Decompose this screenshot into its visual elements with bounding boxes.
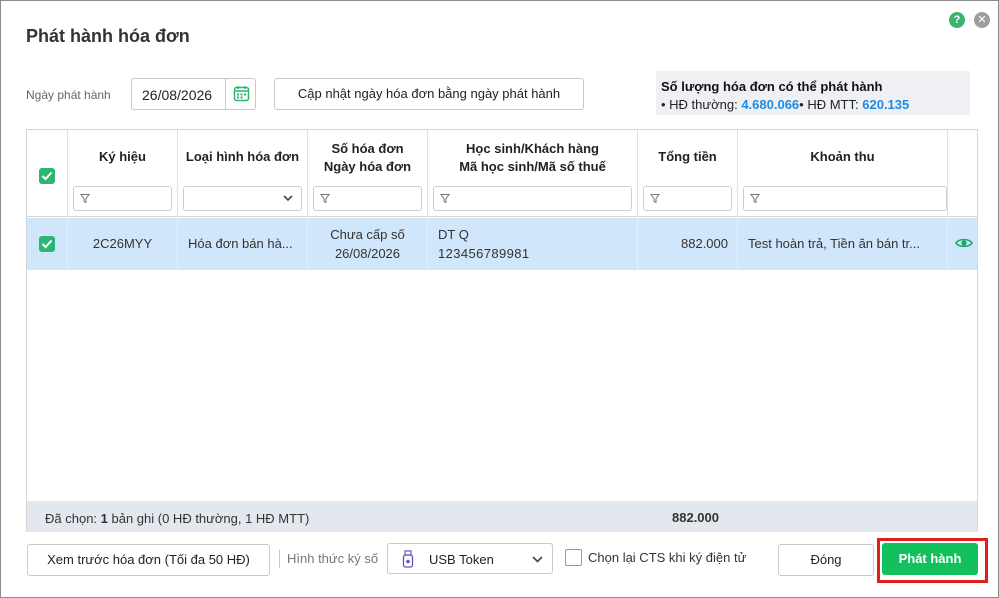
row-items: Test hoàn trả, Tiền ăn bán tr... [748, 236, 920, 251]
table-row[interactable]: 2C26MYY Hóa đơn bán hà... Chưa cấp số 26… [27, 218, 977, 270]
row-student-code: 123456789981 [438, 246, 530, 261]
header-action-col [948, 130, 977, 217]
header-student: Học sinh/Khách hàng Mã học sinh/Mã số th… [428, 130, 638, 217]
issue-button[interactable]: Phát hành [882, 543, 978, 575]
chevron-down-icon [283, 195, 293, 202]
header-date-label: Ngày hóa đơn [323, 159, 412, 174]
chevron-down-icon [532, 556, 543, 563]
filter-icon [440, 194, 450, 204]
quota-line: • HĐ thường: 4.680.066• HĐ MTT: 620.135 [661, 97, 965, 112]
filter-type-select[interactable] [183, 186, 302, 211]
close-icon[interactable]: ✕ [974, 12, 990, 28]
filter-student[interactable] [433, 186, 632, 211]
selected-prefix: Đã chọn: [45, 511, 101, 526]
row-symbol: 2C26MYY [92, 236, 153, 251]
table-footer: Đã chọn: 1 bản ghi (0 HĐ thường, 1 HĐ MT… [27, 501, 977, 532]
cell-symbol: 2C26MYY [68, 218, 178, 270]
update-invoice-date-button[interactable]: Cập nhật ngày hóa đơn bằng ngày phát hàn… [274, 78, 584, 110]
calendar-icon[interactable] [233, 85, 250, 102]
quota-mtt-value: 620.135 [862, 97, 910, 112]
cell-action [948, 218, 977, 270]
header-type: Loại hình hóa đơn [178, 130, 308, 217]
issue-invoice-dialog: Phát hành hóa đơn ? ✕ Ngày phát hành 26/… [0, 0, 999, 598]
quota-mtt-label: HĐ MTT: [807, 97, 859, 112]
selected-summary: Đã chọn: 1 bản ghi (0 HĐ thường, 1 HĐ MT… [45, 511, 309, 526]
preview-invoice-button[interactable]: Xem trước hóa đơn (Tối đa 50 HĐ) [27, 544, 270, 576]
sign-method-value: USB Token [429, 552, 494, 567]
quota-regular-label: HĐ thường: [669, 97, 738, 112]
header-select-col [27, 130, 68, 217]
header-student-label: Học sinh/Khách hàng Mã học sinh/Mã số th… [428, 140, 637, 176]
bullet: • [661, 97, 670, 112]
filter-number-date[interactable] [313, 186, 422, 211]
filter-icon [320, 194, 330, 204]
footer-total: 882.000 [672, 510, 719, 525]
select-all-checkbox[interactable] [39, 168, 55, 184]
filter-icon [750, 194, 760, 204]
header-number-label: Số hóa đơn [331, 141, 404, 156]
sign-method-label: Hình thức ký số [287, 551, 379, 566]
issue-date-label: Ngày phát hành [26, 88, 111, 102]
sign-method-select[interactable]: USB Token [387, 543, 553, 574]
selected-suffix: bản ghi (0 HĐ thường, 1 HĐ MTT) [107, 511, 310, 526]
row-student-name: DT Q [438, 227, 469, 242]
quota-panel: Số lượng hóa đơn có thể phát hành • HĐ t… [656, 71, 970, 115]
issue-date-value[interactable]: 26/08/2026 [142, 87, 212, 103]
header-items-label: Khoản thu [810, 149, 875, 164]
row-checkbox[interactable] [39, 236, 55, 252]
filter-items[interactable] [743, 186, 947, 211]
row-type: Hóa đơn bán hà... [188, 236, 293, 251]
selected-count: 1 [100, 511, 108, 526]
cell-number-date: Chưa cấp số 26/08/2026 [308, 218, 428, 270]
filter-icon [80, 194, 90, 204]
header-number-date-label: Số hóa đơn Ngày hóa đơn [308, 140, 427, 176]
row-date: 26/08/2026 [334, 246, 401, 261]
header-items: Khoản thu [738, 130, 948, 217]
filter-symbol[interactable] [73, 186, 172, 211]
header-student-name-label: Học sinh/Khách hàng [466, 141, 599, 156]
dialog-title: Phát hành hóa đơn [26, 26, 190, 46]
header-symbol-label: Ký hiệu [99, 149, 146, 164]
cell-items: Test hoàn trả, Tiền ăn bán tr... [738, 218, 948, 270]
help-icon[interactable]: ? [949, 12, 965, 28]
header-total: Tổng tiền [638, 130, 738, 217]
table-header: Ký hiệu Loại hình hóa đơn Số hóa đơn Ngà… [27, 130, 977, 217]
issue-date-picker[interactable]: 26/08/2026 [131, 78, 256, 110]
invoice-table: Ký hiệu Loại hình hóa đơn Số hóa đơn Ngà… [26, 129, 978, 532]
divider [279, 550, 280, 568]
header-type-label: Loại hình hóa đơn [185, 149, 300, 164]
filter-total[interactable] [643, 186, 732, 211]
header-total-label: Tổng tiền [658, 149, 717, 164]
usb-icon [402, 550, 414, 568]
header-student-code-label: Mã học sinh/Mã số thuế [459, 159, 606, 174]
header-number-date: Số hóa đơn Ngày hóa đơn [308, 130, 428, 217]
recheck-cts-label[interactable]: Chọn lại CTS khi ký điện tử [588, 550, 746, 565]
eye-icon[interactable] [955, 236, 973, 250]
cell-total: 882.000 [638, 218, 738, 270]
recheck-cts-checkbox[interactable] [565, 549, 582, 566]
quota-title: Số lượng hóa đơn có thể phát hành [661, 79, 883, 94]
cell-student: DT Q 123456789981 [428, 218, 638, 270]
row-select-cell [27, 218, 68, 270]
close-button[interactable]: Đóng [778, 544, 874, 576]
date-divider [225, 79, 226, 109]
row-total: 882.000 [681, 236, 728, 251]
filter-icon [650, 194, 660, 204]
cell-type: Hóa đơn bán hà... [178, 218, 308, 270]
quota-regular-value: 4.680.066 [741, 97, 800, 112]
header-symbol: Ký hiệu [68, 130, 178, 217]
row-number: Chưa cấp số [330, 227, 405, 242]
